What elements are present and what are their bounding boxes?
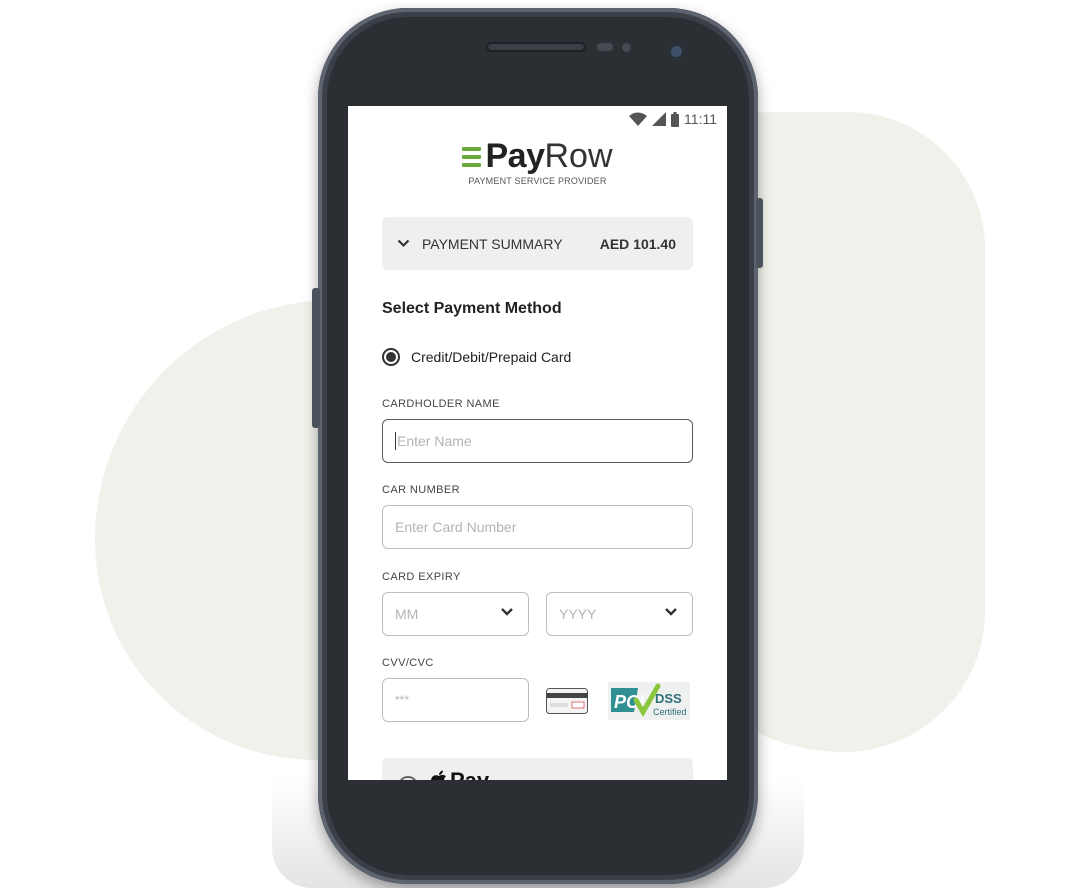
card-number-input[interactable]: Enter Card Number [382, 505, 693, 549]
payment-summary-toggle[interactable]: PAYMENT SUMMARY AED 101.40 [382, 217, 693, 270]
power-button [756, 198, 763, 268]
card-back-icon [546, 688, 588, 714]
logo-mark-icon [462, 147, 482, 167]
chevron-down-icon [397, 239, 410, 248]
expiry-year-select[interactable]: YYYY [546, 592, 693, 636]
logo-pay-text: Pay [485, 137, 545, 175]
status-time: 11:11 [684, 111, 717, 127]
pci-dss-text: DSS [655, 691, 682, 706]
apple-icon [431, 770, 446, 780]
pci-dss-certified-badge: PCI DSS Certified [608, 682, 690, 720]
battery-icon [671, 111, 680, 127]
cardholder-name-placeholder: Enter Name [397, 433, 472, 449]
cardholder-name-label: CARDHOLDER NAME [382, 398, 500, 410]
radio-selected-icon[interactable] [382, 348, 400, 366]
expiry-year-placeholder: YYYY [559, 606, 597, 622]
chevron-down-icon [500, 607, 514, 617]
phone-screen: 11:11 Pay Row PAYMENT SERVICE PROVIDER PA… [348, 106, 727, 780]
phone-frame: 11:11 Pay Row PAYMENT SERVICE PROVIDER PA… [312, 8, 763, 884]
apple-pay-text: Pay [450, 768, 489, 780]
logo-row-text: Row [544, 137, 613, 175]
pci-certified-text: Certified [653, 707, 687, 717]
proximity-sensor [597, 43, 613, 51]
apple-pay-logo: Pay [430, 768, 489, 780]
brand-logo: Pay Row PAYMENT SERVICE PROVIDER [348, 138, 727, 186]
front-camera [668, 43, 685, 60]
card-expiry-label: CARD EXPIRY [382, 571, 461, 583]
payment-method-card[interactable]: Credit/Debit/Prepaid Card [382, 348, 571, 366]
cvv-placeholder: *** [395, 693, 410, 707]
cardholder-name-input[interactable]: Enter Name [382, 419, 693, 463]
section-title: Select Payment Method [382, 300, 562, 317]
cvv-input[interactable]: *** [382, 678, 529, 722]
earpiece-speaker [486, 42, 586, 52]
payment-summary-amount: AED 101.40 [599, 235, 676, 252]
signal-icon [652, 112, 667, 126]
card-number-label: CAR NUMBER [382, 484, 460, 496]
radio-unselected-icon[interactable] [398, 776, 418, 780]
payment-method-card-label: Credit/Debit/Prepaid Card [411, 349, 572, 365]
wifi-icon [629, 112, 648, 126]
expiry-month-select[interactable]: MM [382, 592, 529, 636]
chevron-down-icon [664, 607, 678, 617]
light-sensor [622, 43, 631, 52]
cvv-label: CVV/CVC [382, 657, 434, 669]
payment-method-apple-pay[interactable]: Pay [382, 758, 693, 780]
payment-summary-label: PAYMENT SUMMARY [422, 235, 563, 252]
card-number-placeholder: Enter Card Number [395, 519, 517, 535]
expiry-month-placeholder: MM [395, 606, 419, 622]
volume-button [312, 288, 320, 428]
logo-tagline: PAYMENT SERVICE PROVIDER [468, 176, 607, 186]
status-bar: 11:11 [629, 111, 717, 127]
